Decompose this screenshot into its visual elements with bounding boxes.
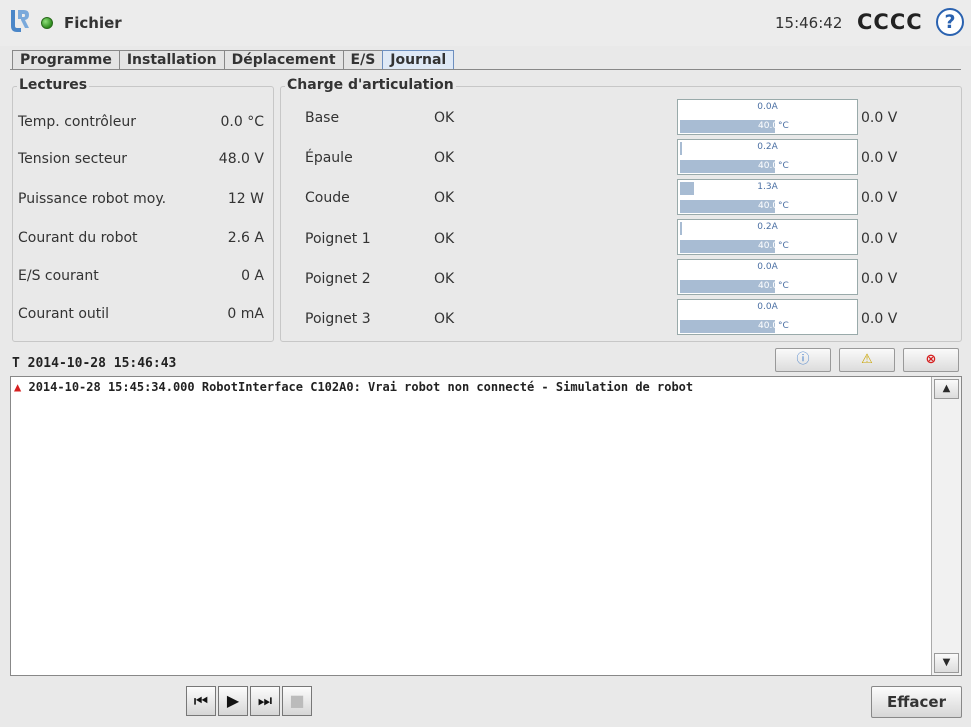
joint-meter: 0.0A 40.0 °C <box>677 99 858 135</box>
joint-voltage: 0.0 V <box>861 311 898 327</box>
current-value: 0.2A <box>757 142 778 152</box>
joint-name: Poignet 1 <box>305 231 371 247</box>
temperature-unit: °C <box>778 281 789 291</box>
error-filter-button[interactable]: ⊗ <box>903 348 959 372</box>
playback-controls: ⏮ ▶ ⏭ ■ <box>186 686 314 716</box>
top-bar: Fichier 15:46:42 CCCC ? <box>0 0 971 46</box>
joint-meter: 0.0A 40.0 °C <box>677 259 858 295</box>
joint-status: OK <box>434 110 455 126</box>
log-entry-text: 2014-10-28 15:45:34.000 RobotInterface C… <box>28 380 694 394</box>
robot-name: CCCC <box>857 10 923 34</box>
ur-logo-icon <box>11 10 29 32</box>
joint-meter: 1.3A 40.0 °C <box>677 179 858 215</box>
joint-voltage: 0.0 V <box>861 190 898 206</box>
step-forward-icon[interactable]: ⏭ <box>250 686 280 716</box>
readings-title: Lectures <box>17 77 90 93</box>
reading-value: 0.0 °C <box>220 114 265 130</box>
info-filter-button[interactable]: ⓘ <box>775 348 831 372</box>
reading-value: 12 W <box>227 191 264 207</box>
temperature-value: 40.0 <box>758 241 779 251</box>
joint-status: OK <box>434 311 455 327</box>
joint-status: OK <box>434 150 455 166</box>
joint-meter: 0.2A 40.0 °C <box>677 139 858 175</box>
tab-deplacement[interactable]: Déplacement <box>223 50 344 70</box>
temperature-unit: °C <box>778 241 789 251</box>
temperature-value: 40.0 <box>758 321 779 331</box>
joint-name: Poignet 3 <box>305 311 371 327</box>
tab-divider <box>10 69 961 70</box>
stop-icon[interactable]: ■ <box>282 686 312 716</box>
temperature-unit: °C <box>778 321 789 331</box>
tab-installation[interactable]: Installation <box>118 50 225 70</box>
warning-icon: ▲ <box>14 380 22 394</box>
tab-programme[interactable]: Programme <box>12 50 120 70</box>
file-menu[interactable]: Fichier <box>64 14 122 32</box>
joint-name: Épaule <box>305 150 353 166</box>
info-icon: ⓘ <box>796 352 810 367</box>
temperature-value: 40.0 <box>758 161 779 171</box>
play-icon[interactable]: ▶ <box>218 686 248 716</box>
log-list[interactable]: ▲ 2014-10-28 15:45:34.000 RobotInterface… <box>10 376 962 676</box>
reading-label: Courant du robot <box>18 230 138 246</box>
scroll-up-icon[interactable]: ▲ <box>934 379 959 399</box>
joint-status: OK <box>434 190 455 206</box>
reading-value: 0 A <box>241 268 264 284</box>
reading-label: Puissance robot moy. <box>18 191 167 207</box>
joint-name: Poignet 2 <box>305 271 371 287</box>
current-value: 0.0A <box>757 262 778 272</box>
tab-bar: Programme Installation Déplacement E/S J… <box>12 50 455 70</box>
joint-name: Base <box>305 110 340 126</box>
joint-load-title: Charge d'articulation <box>285 77 456 93</box>
reading-label: E/S courant <box>18 268 99 284</box>
joint-status: OK <box>434 231 455 247</box>
error-icon: ⊗ <box>925 352 937 367</box>
temperature-value: 40.0 <box>758 201 779 211</box>
joint-meter: 0.0A 40.0 °C <box>677 299 858 335</box>
warning-icon: ⚠ <box>861 352 873 367</box>
temperature-unit: °C <box>778 161 789 171</box>
reading-value: 48.0 V <box>218 151 264 167</box>
joint-status: OK <box>434 271 455 287</box>
log-timestamp: T 2014-10-28 15:46:43 <box>12 356 177 371</box>
joint-voltage: 0.0 V <box>861 150 898 166</box>
warning-filter-button[interactable]: ⚠ <box>839 348 895 372</box>
tab-es[interactable]: E/S <box>342 50 384 70</box>
current-value: 0.2A <box>757 222 778 232</box>
clear-button[interactable]: Effacer <box>871 686 962 718</box>
current-value: 0.0A <box>757 302 778 312</box>
joint-voltage: 0.0 V <box>861 231 898 247</box>
reading-value: 0 mA <box>227 306 264 322</box>
tab-journal[interactable]: Journal <box>382 50 455 70</box>
joint-voltage: 0.0 V <box>861 110 898 126</box>
temperature-value: 40.0 <box>758 281 779 291</box>
rewind-icon[interactable]: ⏮ <box>186 686 216 716</box>
joint-meter: 0.2A 40.0 °C <box>677 219 858 255</box>
reading-label: Courant outil <box>18 306 110 322</box>
reading-label: Temp. contrôleur <box>18 114 136 130</box>
scroll-down-icon[interactable]: ▼ <box>934 653 959 673</box>
temperature-value: 40.0 <box>758 121 779 131</box>
log-scrollbar[interactable]: ▲ ▼ <box>931 377 961 675</box>
robot-status-icon <box>41 17 53 29</box>
clock: 15:46:42 <box>775 14 843 32</box>
current-value: 0.0A <box>757 102 778 112</box>
joint-voltage: 0.0 V <box>861 271 898 287</box>
help-icon[interactable]: ? <box>936 8 964 36</box>
reading-label: Tension secteur <box>18 151 128 167</box>
log-entry[interactable]: ▲ 2014-10-28 15:45:34.000 RobotInterface… <box>14 380 693 394</box>
reading-value: 2.6 A <box>227 230 264 246</box>
joint-name: Coude <box>305 190 350 206</box>
current-value: 1.3A <box>757 182 778 192</box>
temperature-unit: °C <box>778 201 789 211</box>
temperature-unit: °C <box>778 121 789 131</box>
joint-load-group: Charge d'articulation <box>280 77 962 342</box>
